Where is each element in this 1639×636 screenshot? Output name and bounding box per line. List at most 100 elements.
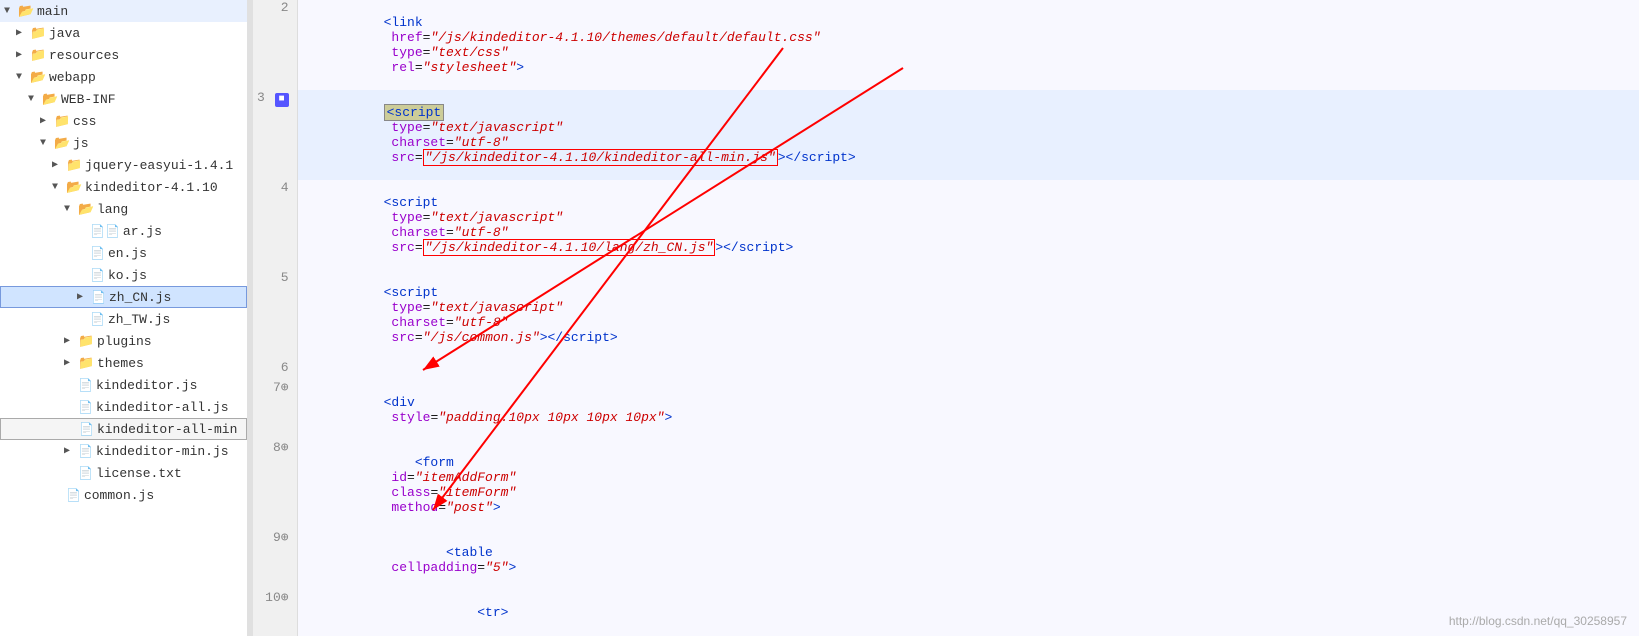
file-icon-zh-cn-js: 📄: [91, 290, 106, 305]
line-content-7[interactable]: <div style="padding:10px 10px 10px 10px"…: [297, 380, 1639, 440]
file-icon-ar-js: 📄: [90, 224, 120, 239]
file-icon-ko-js: 📄: [90, 268, 105, 283]
arrow-kindeditor: [52, 182, 66, 193]
line-row-10: 10⊕ <tr>: [253, 590, 1639, 635]
folder-icon-jquery: [66, 158, 82, 172]
arrow-zh-cn: ▶: [77, 291, 91, 303]
file-icon-common-js: 📄: [66, 488, 81, 503]
watermark: http://blog.csdn.net/qq_30258957: [1449, 614, 1627, 628]
line-marker-3: ■: [275, 93, 289, 107]
sidebar-item-main[interactable]: main: [0, 0, 247, 22]
folder-icon-plugins: [78, 334, 94, 348]
code-table: 2 <link href="/js/kindeditor-4.1.10/them…: [253, 0, 1639, 636]
line-content-4[interactable]: <script type="text/javascript" charset="…: [297, 180, 1639, 270]
arrow-themes: [64, 357, 78, 369]
sidebar-label-license: license.txt: [96, 466, 247, 481]
sidebar-item-kindeditor-all-js[interactable]: 📄 kindeditor-all.js: [0, 396, 247, 418]
sidebar-label-plugins: plugins: [97, 334, 247, 349]
sidebar-item-zh-tw-js[interactable]: 📄 zh_TW.js: [0, 308, 247, 330]
line-content-2[interactable]: <link href="/js/kindeditor-4.1.10/themes…: [297, 0, 1639, 90]
sidebar-label-themes: themes: [97, 356, 247, 371]
line-number-5: 5: [253, 270, 297, 360]
line-row-6: 6: [253, 360, 1639, 380]
line-row-2: 2 <link href="/js/kindeditor-4.1.10/them…: [253, 0, 1639, 90]
sidebar-item-ar-js[interactable]: 📄 ar.js: [0, 220, 247, 242]
sidebar-label-ko-js: ko.js: [108, 268, 247, 283]
line-number-6: 6: [253, 360, 297, 380]
sidebar-item-kindeditor-min-js[interactable]: 📄 kindeditor-min.js: [0, 440, 247, 462]
file-icon-kindeditor-js: 📄: [78, 378, 93, 393]
folder-icon-css: [54, 114, 70, 128]
file-icon-kindeditor-min-js: 📄: [78, 444, 93, 459]
arrow-css: [40, 115, 54, 127]
sidebar-label-kindeditor-js: kindeditor.js: [96, 378, 247, 393]
arrow-resources: [16, 49, 30, 61]
sidebar-label-main: main: [37, 4, 247, 19]
line-number-7: 7⊕: [253, 380, 297, 440]
sidebar-label-zh-cn-js: zh_CN.js: [109, 290, 246, 305]
sidebar-label-lang: lang: [97, 202, 247, 217]
arrow-main: [4, 6, 18, 17]
sidebar-item-license[interactable]: 📄 license.txt: [0, 462, 247, 484]
folder-icon-webinf: [42, 92, 58, 106]
sidebar-item-common-js[interactable]: 📄 common.js: [0, 484, 247, 506]
sidebar-label-kindeditor-min-js: kindeditor-min.js: [96, 444, 247, 459]
sidebar-item-plugins[interactable]: plugins: [0, 330, 247, 352]
folder-icon-js: [54, 136, 70, 150]
folder-icon-java: [30, 26, 46, 40]
sidebar-item-jquery[interactable]: jquery-easyui-1.4.1: [0, 154, 247, 176]
line-row-9: 9⊕ <table cellpadding="5">: [253, 530, 1639, 590]
sidebar-item-kindeditor[interactable]: kindeditor-4.1.10: [0, 176, 247, 198]
line-content-10[interactable]: <tr>: [297, 590, 1639, 635]
file-icon-en-js: 📄: [90, 246, 105, 261]
sidebar-item-lang[interactable]: lang: [0, 198, 247, 220]
arrow-jquery: [52, 159, 66, 171]
sidebar-item-js[interactable]: js: [0, 132, 247, 154]
sidebar-label-webapp: webapp: [49, 70, 247, 85]
file-tree[interactable]: main java resources webapp WEB-INF css j…: [0, 0, 248, 636]
line-content-9[interactable]: <table cellpadding="5">: [297, 530, 1639, 590]
code-editor[interactable]: 2 <link href="/js/kindeditor-4.1.10/them…: [253, 0, 1639, 636]
line-content-5[interactable]: <script type="text/javascript" charset="…: [297, 270, 1639, 360]
sidebar-item-java[interactable]: java: [0, 22, 247, 44]
sidebar-label-kindeditor: kindeditor-4.1.10: [85, 180, 247, 195]
folder-icon-themes: [78, 356, 94, 370]
sidebar-label-common-js: common.js: [84, 488, 247, 503]
line-row-7: 7⊕ <div style="padding:10px 10px 10px 10…: [253, 380, 1639, 440]
sidebar-item-kindeditor-all-min[interactable]: 📄 kindeditor-all-min: [0, 418, 247, 440]
line-number-2: 2: [253, 0, 297, 90]
sidebar-item-zh-cn-js[interactable]: ▶ 📄 zh_CN.js: [0, 286, 247, 308]
file-icon-kindeditor-all-js: 📄: [78, 400, 93, 415]
sidebar-label-en-js: en.js: [108, 246, 247, 261]
file-icon-zh-tw-js: 📄: [90, 312, 105, 327]
line-row-5: 5 <script type="text/javascript" charset…: [253, 270, 1639, 360]
arrow-webinf: [28, 94, 42, 105]
sidebar-item-en-js[interactable]: 📄 en.js: [0, 242, 247, 264]
file-icon-license: 📄: [78, 466, 93, 481]
sidebar-item-kindeditor-js[interactable]: 📄 kindeditor.js: [0, 374, 247, 396]
sidebar-label-java: java: [49, 26, 247, 41]
folder-icon-resources: [30, 48, 46, 62]
arrow-plugins: [64, 335, 78, 347]
sidebar-item-css[interactable]: css: [0, 110, 247, 132]
sidebar-item-resources[interactable]: resources: [0, 44, 247, 66]
line-row-3: 3 ■ <script type="text/javascript" chars…: [253, 90, 1639, 180]
sidebar-item-webinf[interactable]: WEB-INF: [0, 88, 247, 110]
line-content-6: [297, 360, 1639, 380]
sidebar-item-themes[interactable]: themes: [0, 352, 247, 374]
sidebar-item-webapp[interactable]: webapp: [0, 66, 247, 88]
sidebar-item-ko-js[interactable]: 📄 ko.js: [0, 264, 247, 286]
line-content-3[interactable]: <script type="text/javascript" charset="…: [297, 90, 1639, 180]
line-number-8: 8⊕: [253, 440, 297, 530]
folder-icon-lang: [78, 202, 94, 216]
sidebar-label-jquery: jquery-easyui-1.4.1: [85, 158, 247, 173]
file-icon-kindeditor-all-min: 📄: [79, 422, 94, 437]
line-row-8: 8⊕ <form id="itemAddForm" class="itemFor…: [253, 440, 1639, 530]
sidebar-label-kindeditor-all-min: kindeditor-all-min: [97, 422, 246, 437]
line-content-8[interactable]: <form id="itemAddForm" class="itemForm" …: [297, 440, 1639, 530]
line-number-3: 3 ■: [253, 90, 297, 180]
folder-icon-main: [18, 4, 34, 18]
line-number-4: 4: [253, 180, 297, 270]
arrow-java: [16, 27, 30, 39]
arrow-webapp: [16, 72, 30, 83]
